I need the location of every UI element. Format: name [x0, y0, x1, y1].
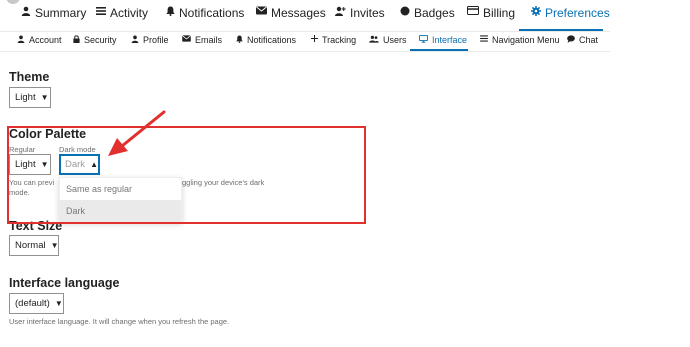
interface-language-value: (default) — [15, 298, 50, 309]
gear-icon — [531, 6, 541, 16]
active-subtab-indicator — [410, 49, 468, 51]
envelope-icon — [182, 35, 191, 42]
subtab-chat[interactable]: Chat — [567, 35, 598, 51]
user-icon — [21, 6, 31, 16]
theme-value: Light — [15, 92, 36, 103]
caret-down-icon: ▼ — [50, 241, 59, 250]
tab-label: Activity — [110, 6, 149, 20]
subtab-label: Tracking — [322, 35, 357, 45]
active-tab-indicator — [519, 29, 603, 31]
bell-icon — [166, 6, 175, 16]
tab-summary[interactable]: Summary — [21, 6, 86, 32]
subtab-label: Security — [84, 35, 117, 45]
desktop-icon — [419, 35, 428, 43]
subtab-label: Chat — [579, 35, 599, 45]
tab-label: Preferences — [545, 6, 610, 20]
secondary-nav: Account Security Profile Emails Notifica… — [0, 32, 610, 52]
bell-icon — [236, 35, 243, 43]
subtab-account[interactable]: Account — [17, 35, 62, 51]
subtab-label: Emails — [195, 35, 223, 45]
caret-down-icon: ▼ — [40, 93, 49, 102]
annotation-highlight-box — [7, 126, 366, 224]
credit-card-icon — [467, 6, 479, 15]
theme-heading: Theme — [9, 70, 50, 84]
subtab-label: Interface — [432, 35, 468, 45]
subtab-tracking[interactable]: Tracking — [311, 35, 356, 51]
tab-label: Badges — [414, 6, 455, 20]
subtab-label: Notifications — [247, 35, 297, 45]
badge-icon — [400, 6, 410, 16]
subtab-label: Users — [383, 35, 407, 45]
interface-language-heading: Interface language — [9, 276, 120, 290]
tab-label: Messages — [271, 6, 326, 20]
tab-activity[interactable]: Activity — [96, 6, 148, 32]
plus-icon — [311, 35, 318, 42]
interface-language-select[interactable]: (default) ▼ — [9, 293, 64, 314]
tab-label: Summary — [35, 6, 87, 20]
comment-icon — [567, 35, 575, 43]
tab-billing[interactable]: Billing — [467, 6, 515, 32]
tab-messages[interactable]: Messages — [256, 6, 326, 32]
subtab-emails[interactable]: Emails — [182, 35, 222, 51]
tab-label: Notifications — [179, 6, 245, 20]
primary-nav: Summary Activity Notifications Messages … — [0, 0, 610, 32]
envelope-icon — [256, 6, 267, 15]
tab-label: Invites — [350, 6, 385, 20]
subtab-label: Profile — [143, 35, 169, 45]
subtab-security[interactable]: Security — [73, 35, 117, 51]
subtab-users[interactable]: Users — [369, 35, 407, 51]
tab-badges[interactable]: Badges — [400, 6, 455, 32]
caret-down-icon: ▼ — [54, 299, 63, 308]
theme-select[interactable]: Light ▼ — [9, 87, 51, 108]
subtab-navigation-menu[interactable]: Navigation Menu — [480, 35, 560, 51]
tab-label: Billing — [483, 6, 516, 20]
subtab-label: Navigation Menu — [492, 35, 560, 45]
users-icon — [369, 35, 379, 43]
tab-invites[interactable]: Invites — [335, 6, 385, 32]
user-plus-icon — [335, 6, 346, 16]
tab-notifications[interactable]: Notifications — [166, 6, 244, 32]
text-size-value: Normal — [15, 240, 46, 251]
lock-icon — [73, 35, 80, 43]
user-icon — [17, 35, 25, 43]
interface-language-help: User interface language. It will change … — [9, 317, 230, 326]
list-icon — [96, 6, 106, 16]
text-size-select[interactable]: Normal ▼ — [9, 235, 59, 256]
subtab-profile[interactable]: Profile — [131, 35, 169, 51]
subtab-notifications[interactable]: Notifications — [236, 35, 296, 51]
user-icon — [131, 35, 139, 43]
bars-icon — [480, 35, 488, 42]
subtab-label: Account — [29, 35, 62, 45]
